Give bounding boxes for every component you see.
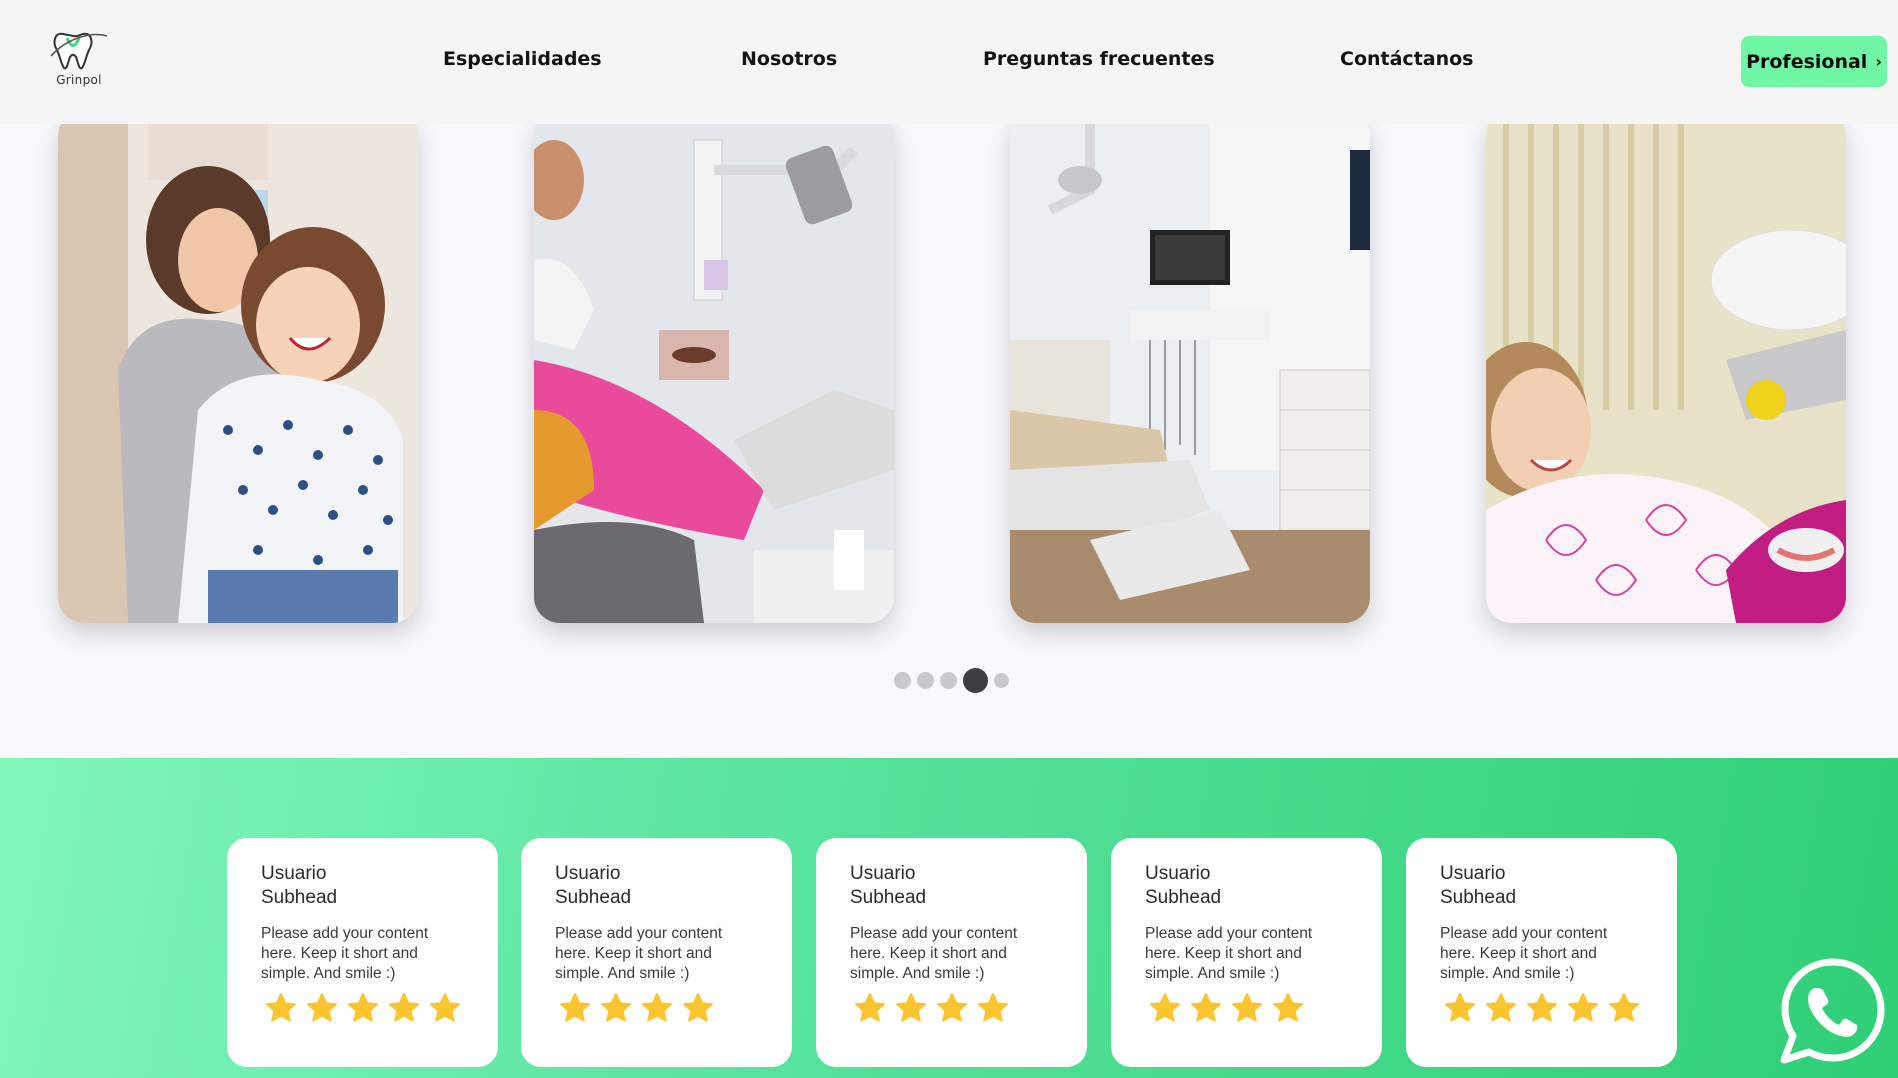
dental-treatment-photo	[534, 110, 894, 623]
star-icon	[1527, 993, 1557, 1022]
review-subhead: Subhead	[850, 887, 927, 908]
star-icon	[937, 993, 967, 1022]
carousel-slide-4[interactable]	[1486, 110, 1846, 623]
review-subhead: Subhead	[1440, 887, 1517, 908]
review-card-3: Usuario Subhead Please add your content …	[816, 838, 1087, 1067]
star-icon	[855, 993, 885, 1022]
carousel-dot-5[interactable]	[994, 673, 1009, 688]
star-icon	[307, 993, 337, 1022]
review-body: Please add your content here. Keep it sh…	[850, 925, 1018, 982]
star-icon	[1150, 993, 1180, 1022]
nav-preguntas-frecuentes[interactable]: Preguntas frecuentes	[983, 48, 1215, 70]
carousel-dot-1[interactable]	[894, 672, 911, 689]
star-rating	[854, 992, 1009, 1024]
review-name: Usuario	[261, 863, 327, 884]
dental-clinic-room-photo	[1010, 110, 1370, 623]
review-card-5: Usuario Subhead Please add your content …	[1406, 838, 1677, 1067]
review-name: Usuario	[1440, 863, 1506, 884]
star-icon	[1232, 993, 1262, 1022]
chevron-right-icon: ›	[1875, 52, 1882, 71]
tooth-logo-icon	[50, 32, 108, 70]
review-name: Usuario	[850, 863, 916, 884]
site-header: Grinpol Especialidades Nosotros Pregunta…	[0, 0, 1898, 124]
star-icon	[1486, 993, 1516, 1022]
carousel-dot-4-active[interactable]	[963, 668, 988, 693]
star-icon	[978, 993, 1008, 1022]
star-icon	[1273, 993, 1303, 1022]
review-body: Please add your content here. Keep it sh…	[1145, 925, 1313, 982]
review-name: Usuario	[555, 863, 621, 884]
star-icon	[642, 993, 672, 1022]
star-rating	[265, 992, 461, 1024]
child-patient-photo	[1486, 110, 1846, 623]
review-subhead: Subhead	[1145, 887, 1222, 908]
logo-wordmark: Grinpol	[56, 73, 102, 87]
star-icon	[389, 993, 419, 1022]
star-icon	[348, 993, 378, 1022]
star-icon	[1191, 993, 1221, 1022]
star-icon	[430, 993, 460, 1022]
carousel-slide-2[interactable]	[534, 110, 894, 623]
star-icon	[683, 993, 713, 1022]
review-card-4: Usuario Subhead Please add your content …	[1111, 838, 1382, 1067]
star-icon	[560, 993, 590, 1022]
review-name: Usuario	[1145, 863, 1211, 884]
nav-nosotros[interactable]: Nosotros	[741, 48, 837, 70]
review-body: Please add your content here. Keep it sh…	[1440, 925, 1608, 982]
review-subhead: Subhead	[261, 887, 338, 908]
star-icon	[266, 993, 296, 1022]
review-card-2: Usuario Subhead Please add your content …	[521, 838, 792, 1067]
mother-and-child-photo	[58, 110, 418, 623]
carousel-dot-2[interactable]	[917, 672, 934, 689]
star-rating	[559, 992, 714, 1024]
profesional-button[interactable]: Profesional ›	[1741, 36, 1887, 87]
review-body: Please add your content here. Keep it sh…	[555, 925, 723, 982]
star-icon	[1445, 993, 1475, 1022]
whatsapp-button[interactable]	[1776, 954, 1890, 1068]
nav-especialidades[interactable]: Especialidades	[443, 48, 602, 70]
review-card-1: Usuario Subhead Please add your content …	[227, 838, 498, 1067]
carousel-dots	[894, 668, 1009, 693]
carousel-dot-3[interactable]	[940, 672, 957, 689]
star-icon	[1568, 993, 1598, 1022]
profesional-button-label: Profesional	[1746, 50, 1868, 73]
carousel-slide-3[interactable]	[1010, 110, 1370, 623]
star-rating	[1149, 992, 1304, 1024]
review-subhead: Subhead	[555, 887, 632, 908]
star-icon	[896, 993, 926, 1022]
whatsapp-icon	[1780, 958, 1885, 1064]
review-body: Please add your content here. Keep it sh…	[261, 925, 429, 982]
logo[interactable]: Grinpol	[47, 26, 113, 92]
star-rating	[1444, 992, 1640, 1024]
star-icon	[601, 993, 631, 1022]
carousel-slide-1[interactable]	[58, 110, 418, 623]
nav-contactanos[interactable]: Contáctanos	[1340, 48, 1473, 70]
star-icon	[1609, 993, 1639, 1022]
